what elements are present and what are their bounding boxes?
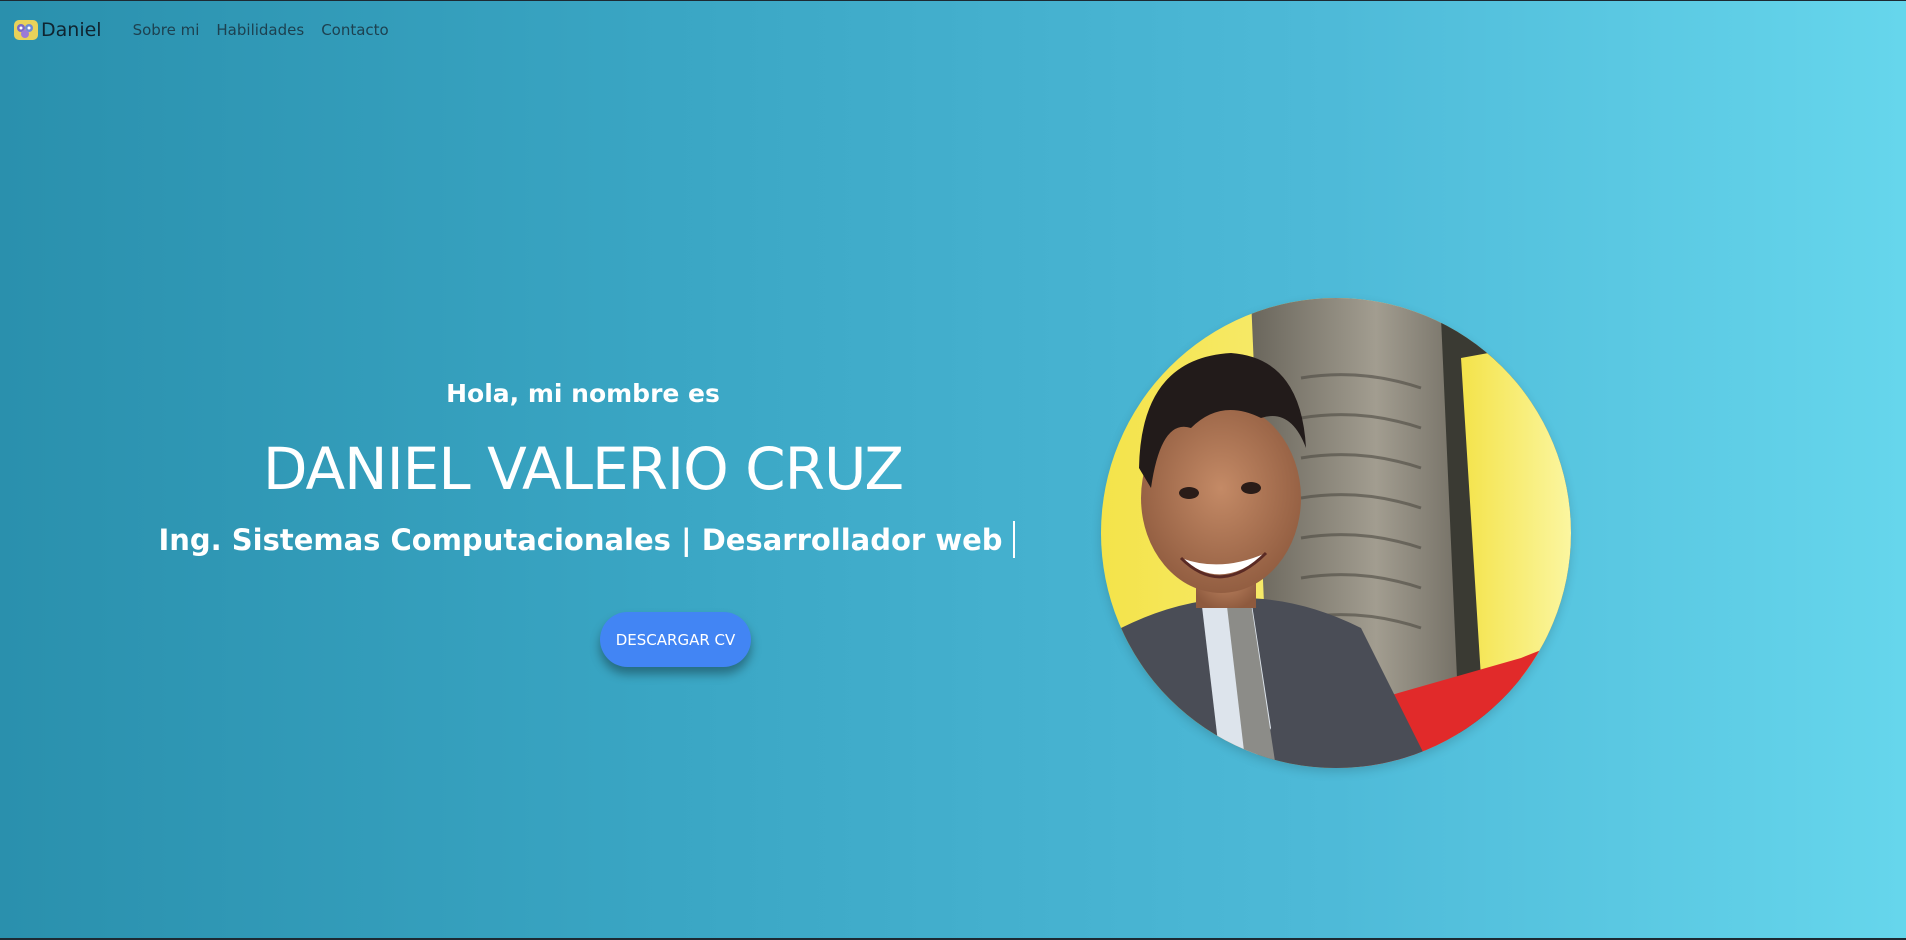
brand-name: Daniel — [41, 19, 102, 41]
brand-link[interactable]: Daniel — [13, 19, 102, 41]
hero-subtitle: Ing. Sistemas Computacionales | Desarrol… — [71, 521, 1102, 558]
nav-link-sobre-mi[interactable]: Sobre mi — [133, 21, 200, 39]
greeting-text: Hola, mi nombre es — [446, 379, 720, 408]
logo-icon — [14, 20, 38, 40]
hero-section: Daniel Sobre mi Habilidades Contacto Hol… — [0, 1, 1906, 938]
nav-links: Sobre mi Habilidades Contacto — [116, 21, 389, 39]
subtitle-text: Ing. Sistemas Computacionales | Desarrol… — [158, 522, 1003, 557]
profile-photo — [1101, 298, 1571, 768]
nav-link-contacto[interactable]: Contacto — [321, 21, 389, 39]
nav-link-habilidades[interactable]: Habilidades — [216, 21, 304, 39]
download-cv-button[interactable]: DESCARGAR CV — [600, 612, 751, 667]
hero-name: DANIEL VALERIO CRUZ — [262, 435, 904, 503]
typing-cursor — [1012, 521, 1015, 558]
navbar: Daniel Sobre mi Habilidades Contacto — [0, 1, 1906, 59]
